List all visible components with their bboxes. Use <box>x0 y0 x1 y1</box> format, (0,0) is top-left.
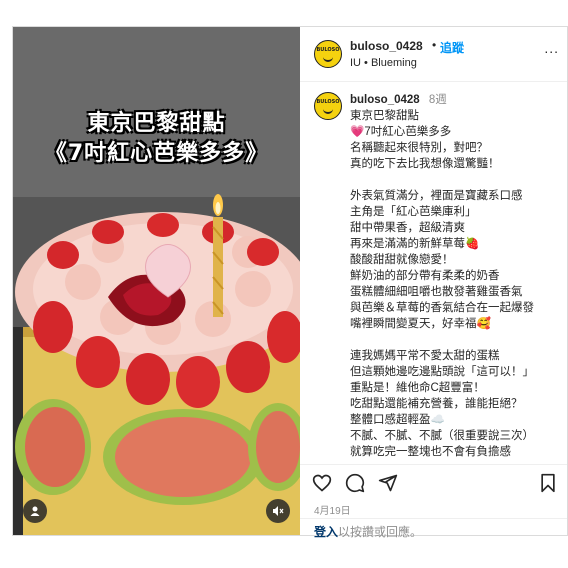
caption-line: 就算吃完一整塊也不會有負擔感 <box>350 446 511 458</box>
caption-line: 但這顆她邊吃邊點頭說「這可以！」 <box>350 366 534 378</box>
caption-line: 不膩、不膩、不膩（很重要說三次） <box>350 430 534 442</box>
caption-line: 名稱聽起來很特別，對吧？ <box>350 142 488 154</box>
share-icon[interactable] <box>378 473 398 493</box>
caption-text: buloso_0428 8週 東京巴黎甜點 💗7吋紅心芭樂多多名稱聽起來很特別，對… <box>350 92 561 460</box>
mute-button[interactable] <box>266 499 290 523</box>
caption-line <box>350 172 561 188</box>
caption-line <box>350 332 561 348</box>
post-date[interactable]: 4月19日 <box>314 502 351 517</box>
caption-line: 東京巴黎甜點 <box>350 110 419 122</box>
tagged-user-button[interactable] <box>23 499 47 523</box>
post-side-panel: BULOSO buloso_0428 • 追蹤 IU • Blueming ..… <box>300 27 567 539</box>
caption-line: 💗7吋紅心芭樂多多 <box>350 126 452 138</box>
audio-subtitle[interactable]: IU • Blueming <box>350 57 417 69</box>
caption-line: 主角是「紅心芭樂庫利」 <box>350 206 477 218</box>
cake-photo <box>13 27 300 535</box>
avatar-logo-text: BULOSO <box>316 98 340 105</box>
avatar-logo-text: BULOSO <box>316 46 340 53</box>
header-username[interactable]: buloso_0428 <box>350 39 423 53</box>
login-rest-text: 以按讚或回應。 <box>338 525 423 539</box>
heart-icon[interactable] <box>312 473 332 493</box>
caption-line: 整體口感超輕盈☁️ <box>350 414 445 426</box>
login-link[interactable]: 登入 <box>314 525 338 539</box>
caption-username[interactable]: buloso_0428 <box>350 94 420 106</box>
caption-line: 真的吃下去比我想像還驚豔！ <box>350 158 500 170</box>
instagram-post: 東京巴黎甜點 《7吋紅心芭樂多多》 BULOSO buloso_0428 • 追… <box>12 26 568 539</box>
caption-line: 吃甜點還能補充營養，誰能拒絕？ <box>350 398 523 410</box>
user-icon <box>30 506 40 516</box>
caption-line: 再來是滿滿的新鮮草莓🍓 <box>350 238 480 250</box>
smile-icon <box>323 106 333 114</box>
post-media[interactable]: 東京巴黎甜點 《7吋紅心芭樂多多》 <box>13 27 300 535</box>
follow-button[interactable]: 追蹤 <box>440 39 464 56</box>
caption-line: 酸酸甜甜就像戀愛！ <box>350 254 454 266</box>
caption-lines: 東京巴黎甜點 💗7吋紅心芭樂多多名稱聽起來很特別，對吧？ 真的吃下去比我想像還驚豔！… <box>350 108 561 460</box>
caption-line: 與芭樂＆草莓的香氣結合在一起爆發 <box>350 302 534 314</box>
smile-icon <box>323 54 333 62</box>
media-title-line2: 《7吋紅心芭樂多多》 <box>44 141 269 166</box>
header-separator: • <box>432 38 437 52</box>
bookmark-icon[interactable] <box>539 473 557 493</box>
comment-icon[interactable] <box>345 473 365 493</box>
caption-line: 蛋糕體細細咀嚼也散發著雞蛋香氣 <box>350 286 523 298</box>
media-title-line1: 東京巴黎甜點 <box>87 111 226 136</box>
caption-line: 甜中帶果香，超級清爽 <box>350 222 465 234</box>
action-bar <box>300 464 567 495</box>
caption-line: 外表氣質滿分，裡面是寶藏系口感 <box>350 190 523 202</box>
caption-line: 連我媽媽平常不愛太甜的蛋糕 <box>350 350 500 362</box>
caption-line: 鮮奶油的部分帶有柔柔的奶香 <box>350 270 500 282</box>
avatar[interactable]: BULOSO <box>314 40 342 68</box>
caption-area: BULOSO buloso_0428 8週 東京巴黎甜點 💗7吋紅心芭樂多多名稱聽… <box>300 82 567 461</box>
post-header: BULOSO buloso_0428 • 追蹤 IU • Blueming ..… <box>300 27 567 82</box>
caption-line: 重點是！維他命C超豐富！ <box>350 382 485 394</box>
caption-avatar[interactable]: BULOSO <box>314 92 342 120</box>
login-prompt: 登入以按讚或回應。 <box>300 518 567 539</box>
caption-line: 嘴裡瞬間變夏天，好幸福🥰 <box>350 318 491 330</box>
more-options-icon[interactable]: ... <box>544 40 559 56</box>
muted-speaker-icon <box>273 506 284 516</box>
caption-time[interactable]: 8週 <box>429 94 447 106</box>
